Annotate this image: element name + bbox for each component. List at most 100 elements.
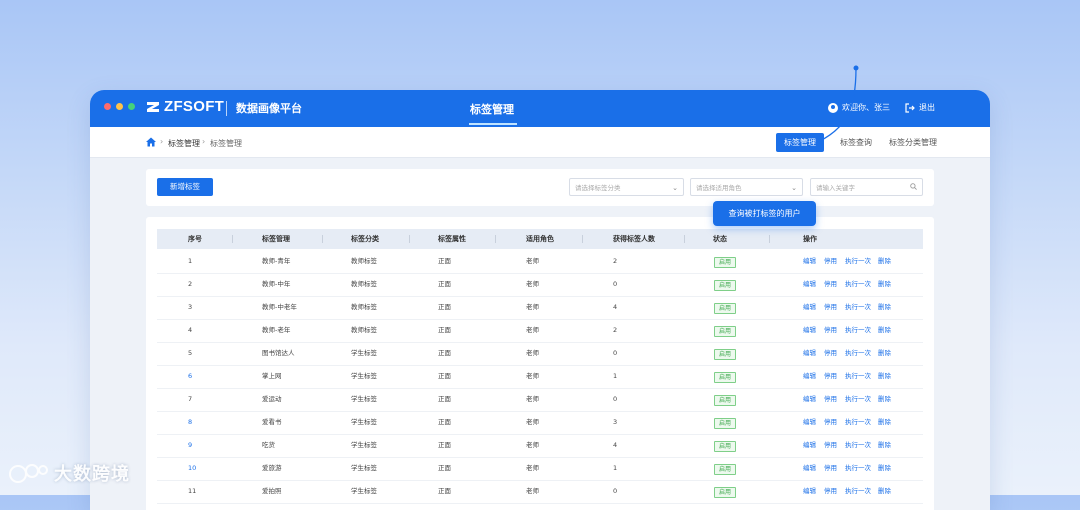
header-divider <box>232 235 233 243</box>
run-once-link[interactable]: 执行一次 <box>845 434 871 457</box>
edit-link[interactable]: 编辑 <box>803 319 816 342</box>
disable-link[interactable]: 停用 <box>824 365 837 388</box>
run-once-link[interactable]: 执行一次 <box>845 457 871 480</box>
disable-link[interactable]: 停用 <box>824 388 837 411</box>
user-menu[interactable]: 欢迎你、张三 <box>828 102 890 113</box>
window-close-dot[interactable] <box>104 103 111 110</box>
header-actions: 操作 <box>803 235 817 243</box>
run-once-link[interactable]: 执行一次 <box>845 319 871 342</box>
edit-link[interactable]: 编辑 <box>803 480 816 503</box>
cell-index: 3 <box>188 303 193 311</box>
table-row: 7 爱运动 学生标签 正面 老师 0 启用 编辑 停用 执行一次 删除 <box>157 388 923 412</box>
delete-link[interactable]: 删除 <box>878 342 891 365</box>
edit-link[interactable]: 编辑 <box>803 457 816 480</box>
edit-link[interactable]: 编辑 <box>803 411 816 434</box>
run-once-link[interactable]: 执行一次 <box>845 365 871 388</box>
table-row: 2 教师-中年 教师标签 正面 老师 0 启用 编辑 停用 执行一次 删除 <box>157 273 923 297</box>
cell-attribute: 正面 <box>438 349 451 357</box>
watermark-logo-icon <box>9 464 48 483</box>
edit-link[interactable]: 编辑 <box>803 250 816 273</box>
cell-count: 0 <box>613 487 618 495</box>
tag-table: 序号 标签管理 标签分类 标签属性 适用角色 获得标签人数 状态 操作 1 教师-… <box>146 217 934 510</box>
cell-count: 2 <box>613 257 618 265</box>
cell-attribute: 正面 <box>438 441 451 449</box>
delete-link[interactable]: 删除 <box>878 434 891 457</box>
cell-role: 老师 <box>526 395 539 403</box>
watermark-text: 大数跨境 <box>54 464 130 485</box>
disable-link[interactable]: 停用 <box>824 319 837 342</box>
page-title: 标签管理 <box>470 103 514 116</box>
brand-logo[interactable]: ZFSOFT <box>146 98 224 115</box>
role-select[interactable]: 请选择适用角色 ⌄ <box>690 178 803 196</box>
header-divider <box>322 235 323 243</box>
user-avatar-icon <box>828 102 838 113</box>
home-icon[interactable] <box>146 137 156 147</box>
edit-link[interactable]: 编辑 <box>803 365 816 388</box>
disable-link[interactable]: 停用 <box>824 296 837 319</box>
cell-category: 教师标签 <box>351 326 377 334</box>
add-tag-button[interactable]: 新增标签 <box>157 178 213 196</box>
breadcrumb-level1[interactable]: 标签管理 <box>168 138 200 149</box>
delete-link[interactable]: 删除 <box>878 273 891 296</box>
edit-link[interactable]: 编辑 <box>803 342 816 365</box>
category-select[interactable]: 请选择标签分类 ⌄ <box>569 178 684 196</box>
edit-link[interactable]: 编辑 <box>803 434 816 457</box>
cell-role: 老师 <box>526 280 539 288</box>
disable-link[interactable]: 停用 <box>824 273 837 296</box>
edit-link[interactable]: 编辑 <box>803 388 816 411</box>
disable-link[interactable]: 停用 <box>824 434 837 457</box>
breadcrumb-level2: 标签管理 <box>210 139 242 148</box>
header-status: 状态 <box>713 235 727 243</box>
run-once-link[interactable]: 执行一次 <box>845 411 871 434</box>
delete-link[interactable]: 删除 <box>878 319 891 342</box>
logout-icon <box>905 102 915 113</box>
cell-count: 2 <box>613 326 618 334</box>
delete-link[interactable]: 删除 <box>878 365 891 388</box>
cell-attribute: 正面 <box>438 372 451 380</box>
breadcrumb-chevron-icon: › <box>160 137 164 146</box>
cell-role: 老师 <box>526 257 539 265</box>
delete-link[interactable]: 删除 <box>878 296 891 319</box>
delete-link[interactable]: 删除 <box>878 388 891 411</box>
disable-link[interactable]: 停用 <box>824 457 837 480</box>
run-once-link[interactable]: 执行一次 <box>845 273 871 296</box>
run-once-link[interactable]: 执行一次 <box>845 250 871 273</box>
window-minimize-dot[interactable] <box>116 103 123 110</box>
cell-category: 学生标签 <box>351 464 377 472</box>
query-tooltip: 查询被打标签的用户 <box>713 201 816 226</box>
disable-link[interactable]: 停用 <box>824 250 837 273</box>
cell-category: 教师标签 <box>351 257 377 265</box>
search-icon[interactable] <box>910 183 917 190</box>
cell-count: 4 <box>613 441 618 449</box>
cell-attribute: 正面 <box>438 257 451 265</box>
nav-tag-manage[interactable]: 标签管理 <box>776 133 824 152</box>
status-badge: 启用 <box>714 372 737 383</box>
delete-link[interactable]: 删除 <box>878 411 891 434</box>
window-maximize-dot[interactable] <box>128 103 135 110</box>
sub-header: › 标签管理 › 标签管理 标签管理 标签查询 标签分类管理 <box>90 127 990 158</box>
cell-count: 1 <box>613 464 618 472</box>
run-once-link[interactable]: 执行一次 <box>845 480 871 503</box>
disable-link[interactable]: 停用 <box>824 411 837 434</box>
keyword-search-input[interactable]: 请输入关键字 <box>810 178 923 196</box>
role-select-placeholder: 请选择适用角色 <box>696 184 742 192</box>
disable-link[interactable]: 停用 <box>824 480 837 503</box>
edit-link[interactable]: 编辑 <box>803 273 816 296</box>
run-once-link[interactable]: 执行一次 <box>845 296 871 319</box>
cell-tag-name: 吃货 <box>262 441 275 449</box>
run-once-link[interactable]: 执行一次 <box>845 342 871 365</box>
cell-tag-name: 教师-中年 <box>262 280 291 288</box>
table-row: 11 爱拍照 学生标签 正面 老师 0 启用 编辑 停用 执行一次 删除 <box>157 480 923 504</box>
logout-button[interactable]: 退出 <box>905 102 935 113</box>
delete-link[interactable]: 删除 <box>878 250 891 273</box>
delete-link[interactable]: 删除 <box>878 480 891 503</box>
nav-tag-category[interactable]: 标签分类管理 <box>881 133 945 152</box>
table-row: 3 教师-中老年 教师标签 正面 老师 4 启用 编辑 停用 执行一次 删除 <box>157 296 923 320</box>
edit-link[interactable]: 编辑 <box>803 296 816 319</box>
nav-tag-query[interactable]: 标签查询 <box>832 133 880 152</box>
run-once-link[interactable]: 执行一次 <box>845 388 871 411</box>
cell-index: 5 <box>188 349 193 357</box>
delete-link[interactable]: 删除 <box>878 457 891 480</box>
cell-category: 学生标签 <box>351 372 377 380</box>
disable-link[interactable]: 停用 <box>824 342 837 365</box>
